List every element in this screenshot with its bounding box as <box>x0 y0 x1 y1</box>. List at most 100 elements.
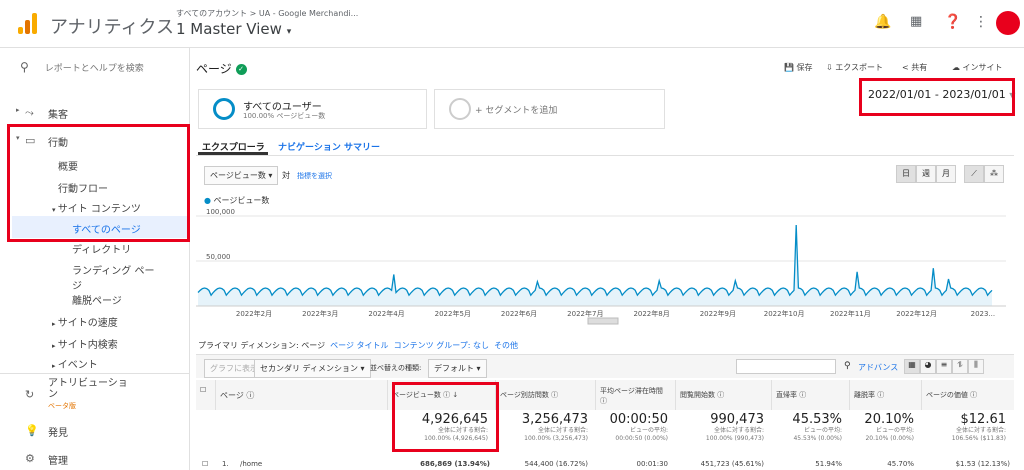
dim-other[interactable]: その他 <box>494 341 518 350</box>
sidebar-item-label: サイト内検索 <box>57 340 118 351</box>
help-icon: ⓘ <box>246 391 255 400</box>
sidebar-item-site-speed[interactable]: ▸ サイトの速度 <box>52 314 118 329</box>
highlight-box-behavior <box>7 124 190 242</box>
col-avg-time[interactable]: 平均ページ滞在時間 ⓘ <box>596 380 676 410</box>
row-page-value: $1.53 (12.13%) <box>955 460 1010 468</box>
y-tick-label: 50,000 <box>206 253 231 261</box>
sort-type-dropdown[interactable]: デフォルト ▾ <box>428 359 487 378</box>
col-unique-pageviews[interactable]: ページ別訪問数 ⓘ <box>496 380 596 410</box>
save-label: 保存 <box>796 63 813 72</box>
x-tick-label: 2022年11月 <box>830 309 871 318</box>
tab-divider <box>196 155 1014 156</box>
col-unique-pageviews-label: ページ別訪問数 <box>500 391 549 399</box>
motion-chart-icon[interactable]: ⁂ <box>984 165 1004 183</box>
col-page[interactable]: ページ ⓘ <box>216 380 388 410</box>
export-button[interactable]: ⇩ エクスポート <box>826 62 883 73</box>
line-chart-icon[interactable]: ⟋ <box>964 165 984 183</box>
segment-subtext: 100.00% ページビュー数 <box>243 112 326 120</box>
avatar[interactable] <box>996 11 1020 35</box>
sidebar-item-site-search[interactable]: ▸ サイト内検索 <box>52 336 118 351</box>
col-page-value[interactable]: ページの価値 ⓘ <box>922 380 1014 410</box>
sidebar-item-label: イベント <box>57 360 98 371</box>
segment-all-users[interactable]: すべてのユーザー 100.00% ページビュー数 <box>198 89 427 129</box>
primary-dimension-label: プライマリ ディメンション: <box>198 341 299 350</box>
total-entrances: 990,473 全体に対する割合: 100.00% (990,473) <box>676 412 772 443</box>
save-button[interactable]: 💾 保存 <box>784 62 813 73</box>
col-page-label: ページ <box>220 391 244 400</box>
total-sub2: 100.00% (990,473) <box>705 435 764 442</box>
notifications-icon[interactable]: 🔔 <box>874 14 891 30</box>
series-line-pageviews <box>197 224 993 297</box>
x-tick-label: 2022年4月 <box>368 309 404 318</box>
metric-dropdown[interactable]: ページビュー数 ▾ <box>204 166 279 185</box>
more-vert-icon[interactable]: ⋮ <box>974 14 988 30</box>
search-icon[interactable]: ⚲ <box>844 361 851 371</box>
dim-page[interactable]: ページ <box>301 341 325 350</box>
total-bounce-rate: 45.53% ビューの平均: 45.53% (0.00%) <box>772 412 850 443</box>
sidebar-item-label: アトリビューショ <box>48 378 128 389</box>
select-all-checkbox[interactable]: ☐ <box>196 380 216 410</box>
table-view-icon[interactable]: ▦ <box>904 359 920 374</box>
help-icon[interactable]: ❓ <box>944 14 961 30</box>
add-segment-button[interactable]: + セグメントを追加 <box>434 89 665 129</box>
row-index: 1. <box>222 460 229 468</box>
total-sub1: ビューの平均: <box>629 427 668 434</box>
add-segment-label: + セグメントを追加 <box>475 106 558 116</box>
apps-grid-icon[interactable]: ▦ <box>910 14 922 29</box>
insights-button[interactable]: ☁ インサイト <box>952 62 1003 73</box>
sidebar-item-exit-pages[interactable]: 離脱ページ <box>72 292 122 307</box>
row-page-link[interactable]: /home <box>240 460 262 468</box>
pie-view-icon[interactable]: ◕ <box>920 359 936 374</box>
x-tick-label: 2022年5月 <box>435 309 471 318</box>
sidebar-item-events[interactable]: ▸ イベント <box>52 356 98 371</box>
total-value: 990,473 <box>710 412 764 427</box>
share-button[interactable]: < 共有 <box>902 62 927 73</box>
sidebar-item-landing-pages[interactable]: ランディング ページ <box>72 262 154 292</box>
account-breadcrumb[interactable]: すべてのアカウント > UA - Google Merchandi... <box>176 8 358 19</box>
segment-ring-icon <box>449 98 471 120</box>
col-entrances-label: 閲覧開始数 <box>680 391 715 399</box>
table-search-input[interactable] <box>736 359 836 374</box>
metric-dropdown-value: ページビュー数 <box>210 171 266 180</box>
sidebar-item-label: 管理 <box>48 456 68 467</box>
chevron-down-icon: ▾ <box>268 171 273 180</box>
col-bounce-rate[interactable]: 直帰率 ⓘ <box>772 380 850 410</box>
dim-content-group[interactable]: コンテンツ グループ: なし <box>394 341 489 350</box>
sidebar-item-directory[interactable]: ディレクトリ <box>72 241 131 256</box>
save-icon: 💾 <box>784 63 794 72</box>
row-checkbox[interactable]: ☐ <box>202 460 208 468</box>
total-value: 3,256,473 <box>521 412 588 427</box>
view-name: 1 Master View <box>176 20 282 38</box>
period-month-button[interactable]: 月 <box>936 165 956 183</box>
period-day-button[interactable]: 日 <box>896 165 916 183</box>
help-icon: ⓘ <box>717 391 725 399</box>
gear-icon: ⚙ <box>25 452 35 465</box>
total-sub1: 全体に対する割合: <box>713 427 764 434</box>
performance-view-icon[interactable]: ≡ <box>936 359 952 374</box>
report-search[interactable]: ⚲ レポートとヘルプを検索 <box>20 60 144 74</box>
view-selector[interactable]: 1 Master View ▾ <box>176 20 291 38</box>
secondary-dimension-dropdown[interactable]: セカンダリ ディメンション ▾ <box>254 359 371 378</box>
col-exit-rate[interactable]: 離脱率 ⓘ <box>850 380 922 410</box>
x-tick-label: 2022年2月 <box>236 309 272 318</box>
tab-navigation-summary[interactable]: ナビゲーション サマリー <box>278 140 380 153</box>
sidebar: ⚲ レポートとヘルプを検索 ▸ ⤳ 集客 ▾ ▭ 行動 概要 行動フロー ▾ サイ… <box>0 48 190 470</box>
app-name: アナリティクス <box>50 17 175 38</box>
select-metric-link[interactable]: 指標を選択 <box>297 171 332 181</box>
advanced-filter-link[interactable]: アドバンス <box>858 362 898 373</box>
chart-resize-handle[interactable] <box>587 317 619 325</box>
dim-page-title[interactable]: ページ タイトル <box>330 341 388 350</box>
page-title: ページ ✓ <box>196 60 247 77</box>
comparison-view-icon[interactable]: ⥮ <box>952 359 968 374</box>
search-icon: ⚲ <box>20 60 29 74</box>
highlight-box-date <box>859 78 1015 116</box>
period-week-button[interactable]: 週 <box>916 165 936 183</box>
help-icon: ⓘ <box>600 397 607 405</box>
row-bounce-rate: 51.94% <box>815 460 842 468</box>
chevron-down-icon: ▾ <box>476 364 481 373</box>
chart-legend: ● ページビュー数 <box>204 195 269 206</box>
col-entrances[interactable]: 閲覧開始数 ⓘ <box>676 380 772 410</box>
share-icon: < <box>902 63 909 72</box>
analytics-logo-icon <box>18 12 38 34</box>
pivot-view-icon[interactable]: ⫼ <box>968 359 984 374</box>
